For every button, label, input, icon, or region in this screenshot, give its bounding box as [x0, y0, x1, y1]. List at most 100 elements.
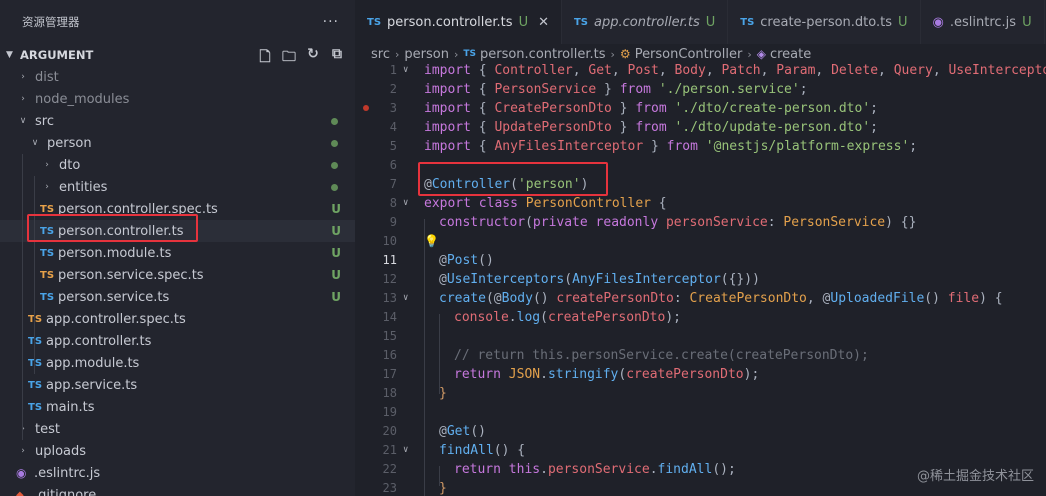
line-number: 22: [382, 462, 397, 476]
code-token: :: [673, 291, 690, 306]
fold-chevron-icon[interactable]: ∨: [403, 441, 408, 460]
explorer-panel: 资源管理器 ··· ▼ ARGUMENT 🗋 🗀 ↻ ⧉ › dist › node_…: [0, 0, 355, 496]
code-text: import { PersonService } from './person.…: [424, 80, 808, 99]
tree-folder[interactable]: › test: [0, 418, 355, 440]
fold-chevron-icon[interactable]: ∨: [403, 61, 408, 80]
tree-folder[interactable]: › dist: [0, 66, 355, 88]
workspace-section-header[interactable]: ▼ ARGUMENT 🗋 🗀 ↻ ⧉: [0, 44, 355, 66]
code-token: .: [540, 462, 548, 477]
code-token: ,: [815, 63, 832, 78]
tree-item-label: person: [47, 135, 92, 151]
tree-file[interactable]: TS person.module.ts U: [0, 242, 355, 264]
close-icon[interactable]: ✕: [538, 15, 549, 30]
tree-folder[interactable]: › entities: [0, 176, 355, 198]
code-line[interactable]: 5 import { AnyFilesInterceptor } from '@n…: [355, 137, 1046, 156]
code-token: UpdatePersonDto: [494, 120, 612, 135]
code-token: (: [564, 272, 573, 287]
code-line[interactable]: 1 ∨ import { Controller, Get, Post, Body, …: [355, 61, 1046, 80]
tab-label: create-person.dto.ts: [760, 14, 893, 30]
code-line[interactable]: 3 import { CreatePersonDto } from './dto/…: [355, 99, 1046, 118]
highlight-box-file: [27, 214, 198, 242]
code-token: findAll: [657, 462, 713, 477]
code-text: console.log(createPersonDto);: [454, 308, 681, 327]
code-text: }: [439, 384, 447, 403]
tree-folder[interactable]: › dto: [0, 154, 355, 176]
line-number: 11: [382, 253, 397, 267]
breadcrumb-item[interactable]: create: [770, 47, 811, 62]
tree-folder[interactable]: ∨ person: [0, 132, 355, 154]
tree-item-label: test: [35, 421, 60, 437]
tree-file[interactable]: TS person.service.ts U: [0, 286, 355, 308]
tree-item-label: uploads: [35, 443, 87, 459]
breadcrumb-item[interactable]: PersonController: [635, 47, 743, 62]
code-token: personService: [547, 462, 650, 477]
tree-file[interactable]: TS main.ts: [0, 396, 355, 418]
editor-tab[interactable]: TS app.controller.ts U: [562, 0, 729, 44]
tree-file[interactable]: TS app.service.ts: [0, 374, 355, 396]
fold-chevron-icon[interactable]: ∨: [403, 289, 408, 308]
code-token: .: [540, 367, 548, 382]
code-token: :: [767, 215, 784, 230]
lightbulb-icon[interactable]: 💡: [424, 234, 439, 248]
code-line[interactable]: 14 console.log(createPersonDto);: [355, 308, 1046, 327]
fold-chevron-icon[interactable]: ∨: [403, 194, 408, 213]
code-line[interactable]: 16 // return this.personService.create(cr…: [355, 346, 1046, 365]
code-token: ;: [909, 139, 918, 154]
line-number: 15: [382, 329, 397, 343]
tab-bar: TS person.controller.ts U ✕ TS app.controller…: [355, 0, 1046, 44]
code-line[interactable]: 21 ∨ findAll() {: [355, 441, 1046, 460]
code-line[interactable]: 13 ∨ create(@Body() createPersonDto: Creat…: [355, 289, 1046, 308]
editor-tab[interactable]: TS create-person.dto.ts U: [728, 0, 921, 44]
code-token: createPersonDto: [626, 367, 744, 382]
tree-folder[interactable]: ∨ src: [0, 110, 355, 132]
code-line[interactable]: 10 💡: [355, 232, 1046, 251]
tree-item-label: dto: [59, 157, 81, 173]
code-line[interactable]: 4 import { UpdatePersonDto } from './dto/…: [355, 118, 1046, 137]
editor-tab[interactable]: ◉ .eslintrc.js U: [921, 0, 1045, 44]
tree-file[interactable]: TS app.module.ts: [0, 352, 355, 374]
line-number: 16: [382, 348, 397, 362]
chevron-right-icon: ›: [453, 47, 459, 61]
line-number: 7: [389, 177, 397, 191]
breadcrumb-item[interactable]: person: [404, 47, 449, 62]
tree-item-label: entities: [59, 179, 108, 195]
git-status-badge: U: [331, 246, 341, 260]
code-text: return this.personService.findAll();: [454, 460, 736, 479]
tree-file[interactable]: TS app.controller.spec.ts: [0, 308, 355, 330]
breakpoint-dot[interactable]: [363, 105, 369, 111]
breadcrumb-item[interactable]: person.controller.ts: [480, 47, 606, 62]
tree-folder[interactable]: › uploads: [0, 440, 355, 462]
indent-guide: [424, 219, 425, 496]
line-number: 2: [389, 82, 397, 96]
modified-dot: [331, 140, 338, 147]
tree-file[interactable]: TS person.service.spec.ts U: [0, 264, 355, 286]
code-line[interactable]: 17 return JSON.stringify(createPersonDto)…: [355, 365, 1046, 384]
typescript-icon: TS: [28, 379, 43, 391]
code-token: {: [470, 120, 495, 135]
code-token: (: [540, 310, 548, 325]
code-line[interactable]: 19: [355, 403, 1046, 422]
code-line[interactable]: 20 @Get(): [355, 422, 1046, 441]
code-editor[interactable]: 1 ∨ import { Controller, Get, Post, Body, …: [355, 61, 1046, 496]
code-line[interactable]: 18}: [355, 384, 1046, 403]
tree-file[interactable]: TS app.controller.ts: [0, 330, 355, 352]
line-number: 12: [382, 272, 397, 286]
editor-tab[interactable]: TS person.controller.ts U ✕: [355, 0, 562, 44]
more-actions-icon[interactable]: ···: [323, 14, 339, 30]
code-token: {: [470, 82, 495, 97]
breadcrumb-item[interactable]: src: [371, 47, 390, 62]
code-line[interactable]: 2 import { PersonService } from './person…: [355, 80, 1046, 99]
tree-folder[interactable]: › node_modules: [0, 88, 355, 110]
code-line[interactable]: 15: [355, 327, 1046, 346]
code-line[interactable]: 9 constructor(private readonly personServ…: [355, 213, 1046, 232]
code-token: PersonService: [783, 215, 886, 230]
workspace-name: ARGUMENT: [20, 48, 94, 62]
code-line[interactable]: 12 @UseInterceptors(AnyFilesInterceptor({…: [355, 270, 1046, 289]
chevron-right-icon: ›: [45, 160, 49, 170]
code-line[interactable]: 8 ∨ export class PersonController {: [355, 194, 1046, 213]
code-line[interactable]: 11 @Post(): [355, 251, 1046, 270]
line-number: 23: [382, 481, 397, 495]
highlight-box-decorator: [418, 162, 608, 196]
tree-file[interactable]: ◉ .eslintrc.js: [0, 462, 355, 484]
tree-file[interactable]: ◆ .gitignore: [0, 484, 355, 496]
